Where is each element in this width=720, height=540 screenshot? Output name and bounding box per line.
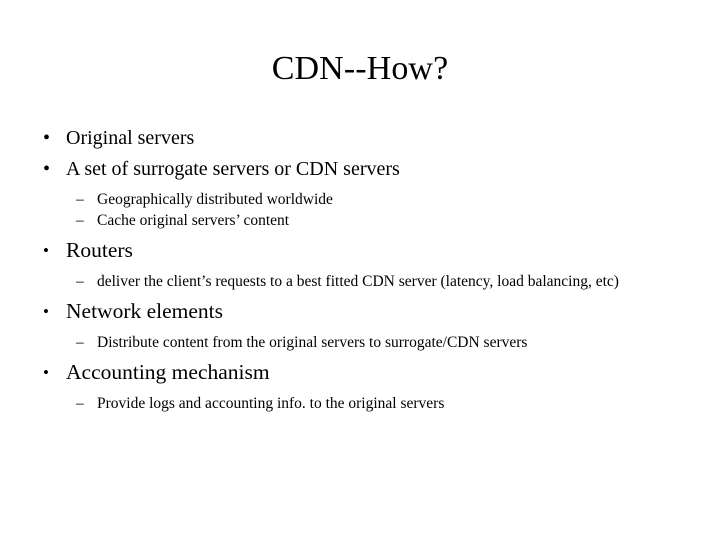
bullet-text: Original servers bbox=[66, 127, 195, 149]
presentation-slide: CDN--How? • Original servers • A set of … bbox=[0, 0, 720, 540]
sub-bullet-item-cache-original-content: – Cache original servers’ content bbox=[30, 210, 690, 231]
sub-bullet-text: Geographically distributed worldwide bbox=[97, 191, 333, 208]
bullet-marker-icon: • bbox=[43, 158, 51, 180]
dash-marker-icon: – bbox=[76, 191, 84, 208]
sub-bullet-item-deliver-client-requests: – deliver the client’s requests to a bes… bbox=[30, 271, 690, 292]
sub-bullet-item-provide-logs: – Provide logs and accounting info. to t… bbox=[30, 393, 690, 414]
bullet-marker-icon: • bbox=[43, 241, 49, 260]
slide-body-content: • Original servers • A set of surrogate … bbox=[30, 125, 690, 414]
sub-bullet-text: Provide logs and accounting info. to the… bbox=[97, 395, 445, 412]
bullet-item-original-servers: • Original servers bbox=[30, 125, 690, 152]
bullet-item-routers: • Routers bbox=[30, 236, 690, 265]
dash-marker-icon: – bbox=[76, 273, 84, 290]
sub-bullet-text: Cache original servers’ content bbox=[97, 212, 290, 229]
sub-bullet-item-geographically-distributed: – Geographically distributed worldwide bbox=[30, 189, 690, 210]
bullet-item-accounting-mechanism: • Accounting mechanism bbox=[30, 358, 690, 387]
sub-bullet-item-distribute-content: – Distribute content from the original s… bbox=[30, 332, 690, 353]
bullet-text: Network elements bbox=[66, 299, 224, 323]
dash-marker-icon: – bbox=[76, 212, 84, 229]
bullet-text: A set of surrogate servers or CDN server… bbox=[66, 158, 400, 180]
bullet-marker-icon: • bbox=[43, 302, 49, 321]
bullet-marker-icon: • bbox=[43, 363, 49, 382]
bullet-item-network-elements: • Network elements bbox=[30, 297, 690, 326]
bullet-text: Accounting mechanism bbox=[66, 360, 270, 384]
dash-marker-icon: – bbox=[76, 334, 84, 351]
sub-bullet-text: deliver the client’s requests to a best … bbox=[97, 273, 619, 290]
bullet-marker-icon: • bbox=[43, 127, 51, 149]
dash-marker-icon: – bbox=[76, 395, 84, 412]
slide-title: CDN--How? bbox=[271, 50, 449, 87]
bullet-item-surrogate-servers: • A set of surrogate servers or CDN serv… bbox=[30, 156, 690, 183]
sub-bullet-text: Distribute content from the original ser… bbox=[97, 334, 528, 351]
bullet-text: Routers bbox=[66, 238, 133, 262]
